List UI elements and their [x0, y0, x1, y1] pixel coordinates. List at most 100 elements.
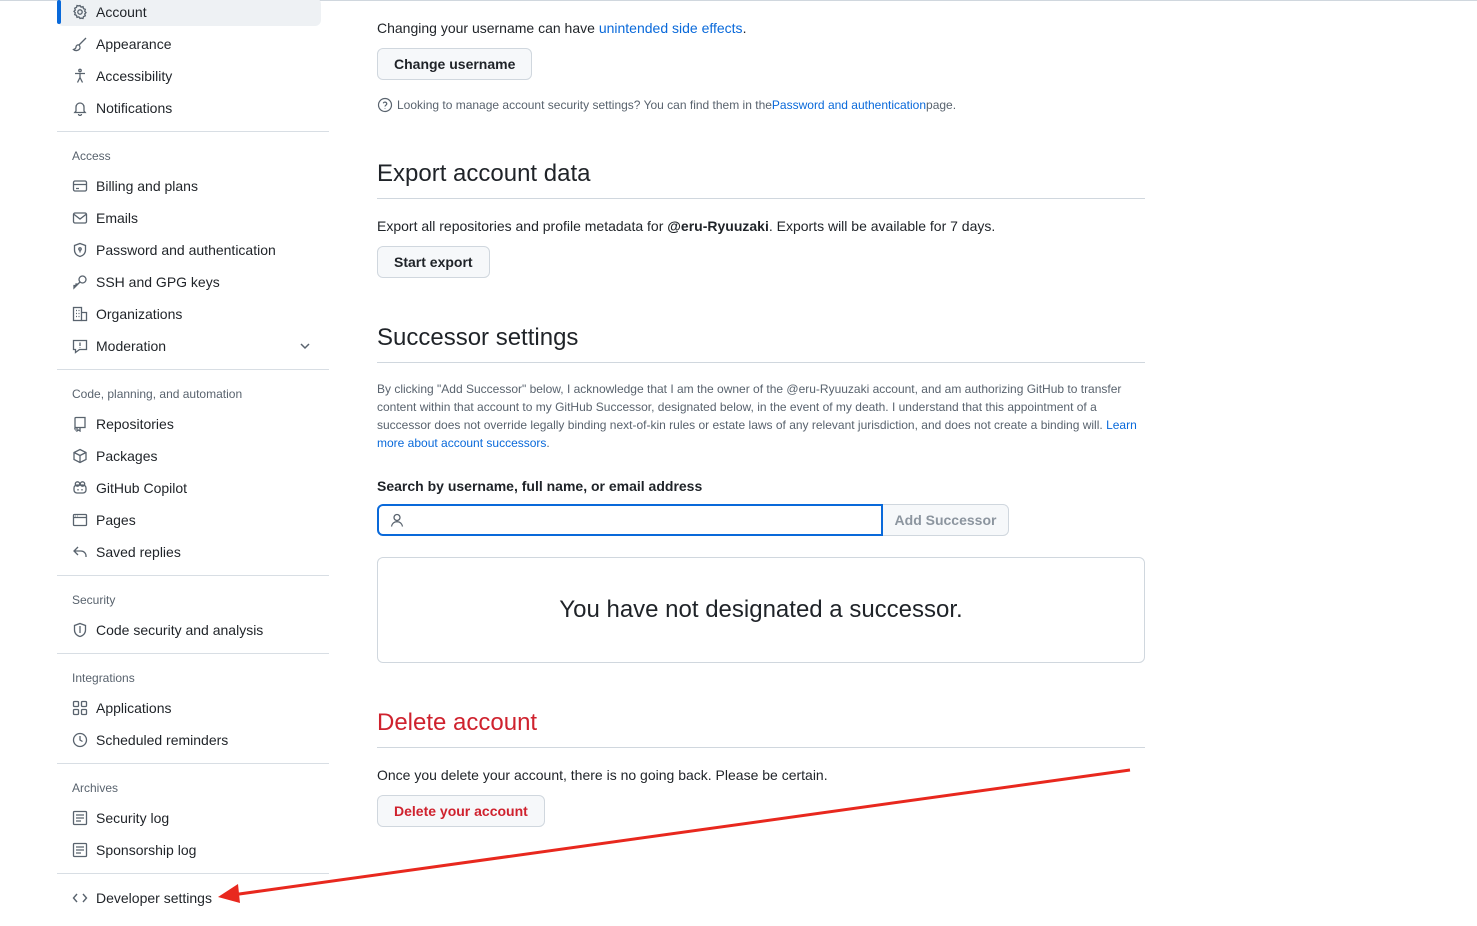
username-warning-suffix: . — [742, 20, 747, 36]
sidebar-item-saved-replies[interactable]: Saved replies — [57, 538, 321, 566]
add-successor-button[interactable]: Add Successor — [883, 504, 1009, 536]
sidebar-item-appearance[interactable]: Appearance — [57, 30, 321, 58]
sidebar-item-accessibility[interactable]: Accessibility — [57, 62, 321, 90]
no-successor-message: You have not designated a successor. — [559, 596, 963, 623]
sidebar-item-label: Moderation — [96, 338, 167, 354]
sidebar-item-label: GitHub Copilot — [96, 480, 188, 496]
shield-check-icon — [72, 622, 88, 638]
sidebar-item-label: Pages — [96, 512, 136, 528]
sidebar-divider — [57, 873, 329, 874]
successor-terms-text: By clicking "Add Successor" below, I ack… — [377, 382, 1122, 432]
sidebar-item-label: Code security and analysis — [96, 622, 264, 638]
sidebar-item-developer-settings[interactable]: Developer settings — [57, 884, 321, 912]
sidebar-divider — [57, 131, 329, 132]
sidebar-item-sponsorship-log[interactable]: Sponsorship log — [57, 836, 321, 864]
group-title-integrations: Integrations — [72, 671, 135, 685]
sidebar-item-security-log[interactable]: Security log — [57, 804, 321, 832]
export-text: Export all repositories and profile meta… — [377, 218, 668, 234]
sidebar-item-label: Repositories — [96, 416, 174, 432]
sidebar-divider — [57, 763, 329, 764]
sidebar-item-moderation[interactable]: Moderation — [57, 332, 321, 360]
sidebar-item-label: Sponsorship log — [96, 842, 197, 858]
sidebar-item-repositories[interactable]: Repositories — [57, 410, 321, 438]
clock-icon — [72, 732, 88, 748]
sidebar-item-label: Saved replies — [96, 544, 181, 560]
delete-warning: Once you delete your account, there is n… — [377, 767, 828, 783]
code-icon — [72, 890, 88, 906]
sidebar-item-organizations[interactable]: Organizations — [57, 300, 321, 328]
repo-icon — [72, 416, 88, 432]
group-title-access: Access — [72, 149, 111, 163]
successor-search-field[interactable] — [377, 504, 883, 536]
username-warning-text: Changing your username can have — [377, 20, 599, 36]
sidebar-item-label: Organizations — [96, 306, 183, 322]
sidebar-divider — [57, 653, 329, 654]
successor-heading: Successor settings — [377, 324, 579, 351]
sidebar-item-emails[interactable]: Emails — [57, 204, 321, 232]
successor-search-input[interactable] — [411, 507, 881, 533]
sidebar-item-password[interactable]: Password and authentication — [57, 236, 321, 264]
sidebar-item-label: Emails — [96, 210, 139, 226]
sidebar-item-label: Accessibility — [96, 68, 173, 84]
question-icon — [377, 97, 393, 113]
delete-account-button[interactable]: Delete your account — [377, 795, 545, 827]
sidebar-item-label: Appearance — [96, 36, 172, 52]
delete-account-heading: Delete account — [377, 709, 538, 736]
gear-icon — [72, 4, 88, 20]
group-title-security: Security — [72, 593, 116, 607]
sidebar-item-label: Billing and plans — [96, 178, 198, 194]
sidebar-divider — [57, 369, 329, 370]
export-username: @eru-Ryuuzaki — [667, 218, 769, 234]
sidebar-item-account[interactable]: Account — [57, 0, 321, 26]
report-icon — [72, 338, 88, 354]
sidebar-item-label: Password and authentication — [96, 242, 276, 258]
sidebar-item-applications[interactable]: Applications — [57, 694, 321, 722]
security-settings-note: Looking to manage account security setti… — [377, 97, 956, 113]
person-icon — [390, 513, 404, 527]
shield-lock-icon — [72, 242, 88, 258]
change-username-button[interactable]: Change username — [377, 48, 533, 80]
export-description: Export all repositories and profile meta… — [377, 218, 995, 234]
sidebar-item-ssh[interactable]: SSH and GPG keys — [57, 268, 321, 296]
sidebar-divider — [57, 575, 329, 576]
sidebar-item-packages[interactable]: Packages — [57, 442, 321, 470]
section-rule — [377, 198, 1145, 199]
sidebar-item-label: SSH and GPG keys — [96, 274, 220, 290]
arrow-shaft — [231, 768, 1131, 897]
group-title-code: Code, planning, and automation — [72, 387, 243, 401]
log-icon — [72, 810, 88, 826]
sidebar-item-label: Security log — [96, 810, 170, 826]
side-effects-link[interactable]: unintended side effects — [599, 20, 743, 36]
sidebar-item-pages[interactable]: Pages — [57, 506, 321, 534]
start-export-button[interactable]: Start export — [377, 246, 490, 278]
password-authentication-link[interactable]: Password and authentication — [772, 98, 926, 112]
section-rule — [377, 362, 1145, 363]
sidebar-item-label: Scheduled reminders — [96, 732, 229, 748]
successor-search-label: Search by username, full name, or email … — [377, 478, 703, 494]
sidebar-item-label: Packages — [96, 448, 158, 464]
sidebar-item-label: Applications — [96, 700, 172, 716]
credit-card-icon — [72, 178, 88, 194]
sidebar-item-notifications[interactable]: Notifications — [57, 94, 321, 122]
successor-terms-suffix: . — [546, 436, 550, 450]
sidebar-item-label: Account — [96, 4, 147, 20]
chevron-down-icon[interactable] — [297, 338, 313, 354]
log-icon — [72, 842, 88, 858]
export-text-suffix: . Exports will be available for 7 days. — [768, 218, 996, 234]
sidebar-item-scheduled-reminders[interactable]: Scheduled reminders — [57, 726, 321, 754]
sidebar-item-code-security[interactable]: Code security and analysis — [57, 616, 321, 644]
sidebar-item-billing[interactable]: Billing and plans — [57, 172, 321, 200]
package-icon — [72, 448, 88, 464]
successor-blankslate: You have not designated a successor. — [377, 557, 1145, 663]
sidebar-item-copilot[interactable]: GitHub Copilot — [57, 474, 321, 502]
key-icon — [72, 274, 88, 290]
copilot-icon — [72, 480, 88, 496]
note-text: Looking to manage account security setti… — [397, 98, 772, 112]
sidebar-item-label: Developer settings — [96, 890, 212, 906]
apps-icon — [72, 700, 88, 716]
organization-icon — [72, 306, 88, 322]
paintbrush-icon — [72, 36, 88, 52]
group-title-archives: Archives — [72, 781, 119, 795]
export-heading: Export account data — [377, 160, 591, 187]
accessibility-icon — [72, 68, 88, 84]
